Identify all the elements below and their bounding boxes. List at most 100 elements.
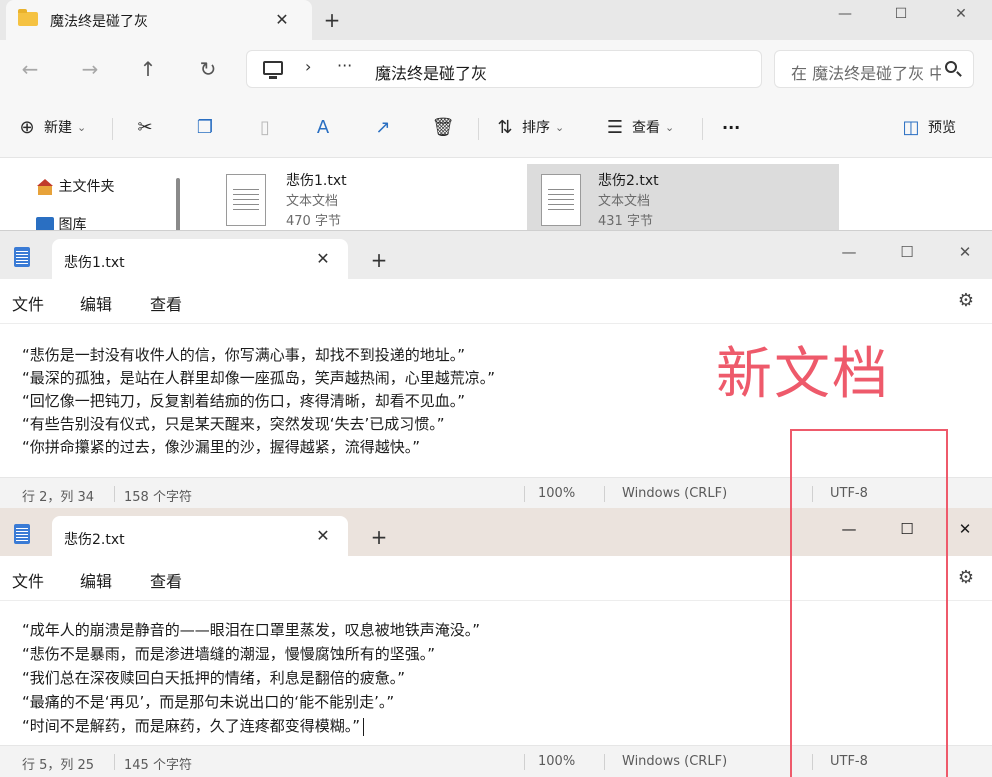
settings-gear-icon[interactable]: ⚙ (956, 291, 976, 311)
new-tab-button[interactable]: + (366, 247, 392, 273)
delete-icon[interactable]: 🗑 (426, 112, 460, 144)
divider (524, 486, 525, 502)
explorer-tab[interactable]: 魔法终是碰了灰 ✕ (6, 0, 312, 40)
paste-icon[interactable]: ▯ (248, 112, 282, 144)
file-size: 470 字节 (286, 214, 341, 229)
cursor-position: 行 5，列 25 (22, 758, 95, 773)
chevron-down-icon: ⌄ (555, 121, 565, 134)
zoom-level[interactable]: 100% (538, 486, 575, 501)
preview-pane-icon: ◫ (902, 117, 920, 138)
copy-icon[interactable]: ❐ (188, 112, 222, 144)
divider (604, 486, 605, 502)
nav-pane-scrollbar[interactable] (176, 178, 180, 234)
divider (478, 118, 479, 140)
file-type: 文本文档 (598, 194, 651, 209)
search-icon[interactable] (945, 61, 957, 73)
close-window-button[interactable]: ✕ (942, 237, 988, 267)
address-bar[interactable]: › ··· 魔法终是碰了灰 (246, 50, 762, 88)
divider (524, 754, 525, 770)
annotation-label: 新文档 (716, 342, 890, 407)
file-type: 文本文档 (286, 194, 339, 209)
rename-icon[interactable]: A (306, 112, 340, 144)
notepad-tab-title: 悲伤1.txt (64, 255, 125, 271)
share-icon[interactable]: ↗ (366, 112, 400, 144)
address-bar-row: ← → ↑ ↻ › ··· 魔法终是碰了灰 在 魔法终是碰了灰 中搜索 (0, 40, 992, 98)
zoom-level[interactable]: 100% (538, 754, 575, 769)
forward-arrow-icon[interactable]: → (72, 53, 108, 85)
close-window-button[interactable]: ✕ (942, 514, 988, 544)
notepad-tab[interactable]: 悲伤2.txt ✕ (52, 516, 348, 556)
text-line: “悲伤不是暴雨，而是渗进墙缝的潮湿，慢慢腐蚀所有的坚强。” (22, 645, 436, 663)
explorer-tab-title: 魔法终是碰了灰 (50, 14, 148, 30)
file-name: 悲伤2.txt (598, 173, 659, 189)
view-button[interactable]: ☰ 查看 ⌄ (604, 112, 674, 144)
notepad-tab-title: 悲伤2.txt (64, 532, 125, 548)
text-line: “有些告别没有仪式，只是某天醒来，突然发现‘失去’已成习惯。” (22, 415, 445, 433)
text-line: “最深的孤独，是站在人群里却像一座孤岛，笑声越热闹，心里越荒凉。” (22, 369, 496, 387)
close-window-button[interactable]: ✕ (938, 0, 984, 30)
up-arrow-icon[interactable]: ↑ (130, 53, 166, 85)
line-ending[interactable]: Windows (CRLF) (622, 754, 727, 769)
breadcrumb-overflow-button[interactable]: ··· (337, 56, 352, 75)
minimize-button[interactable]: — (826, 237, 872, 267)
breadcrumb-current-folder[interactable]: 魔法终是碰了灰 (375, 60, 487, 84)
refresh-icon[interactable]: ↻ (190, 53, 226, 85)
maximize-button[interactable]: ☐ (884, 237, 930, 267)
text-line: “回忆像一把钝刀，反复割着结痂的伤口，疼得清晰，却看不见血。” (22, 392, 466, 410)
nav-item-home[interactable]: 主文件夹 (36, 176, 114, 196)
divider (604, 754, 605, 770)
sort-button[interactable]: ⇅ 排序 ⌄ (494, 112, 564, 144)
close-tab-icon[interactable]: ✕ (268, 7, 296, 33)
character-count: 158 个字符 (124, 490, 192, 505)
menu-view[interactable]: 查看 (150, 291, 182, 315)
plus-circle-icon: ⊕ (19, 117, 35, 138)
this-pc-icon[interactable] (263, 61, 283, 79)
menu-file[interactable]: 文件 (12, 291, 44, 315)
divider (114, 486, 115, 502)
character-count: 145 个字符 (124, 758, 192, 773)
menu-edit[interactable]: 编辑 (80, 568, 112, 592)
settings-gear-icon[interactable]: ⚙ (956, 568, 976, 588)
divider (112, 118, 113, 140)
back-arrow-icon[interactable]: ← (12, 53, 48, 85)
close-tab-icon[interactable]: ✕ (310, 247, 336, 271)
divider (702, 118, 703, 140)
menu-file[interactable]: 文件 (12, 568, 44, 592)
minimize-button[interactable]: — (822, 0, 868, 30)
new-button[interactable]: ⊕ 新建 ⌄ (16, 112, 86, 144)
maximize-button[interactable]: ☐ (878, 0, 924, 30)
breadcrumb-chevron-icon[interactable]: › (305, 57, 311, 76)
search-placeholder: 在 魔法终是碰了灰 中搜索 (791, 64, 941, 83)
notepad-tab[interactable]: 悲伤1.txt ✕ (52, 239, 348, 279)
chevron-down-icon: ⌄ (665, 121, 675, 134)
line-ending[interactable]: Windows (CRLF) (622, 486, 727, 501)
view-icon: ☰ (606, 117, 624, 138)
file-size: 431 字节 (598, 214, 653, 229)
home-icon (36, 179, 54, 195)
text-line: “我们总在深夜赎回白天抵押的情绪，利息是翻倍的疲惫。” (22, 669, 406, 687)
file-explorer-window: 魔法终是碰了灰 ✕ + — ☐ ✕ ← → ↑ ↻ › ··· 魔法终是碰了灰 … (0, 0, 992, 234)
cut-icon[interactable]: ✂ (128, 112, 162, 144)
preview-button[interactable]: ◫ 预览 (900, 112, 956, 144)
close-tab-icon[interactable]: ✕ (310, 524, 336, 548)
text-line: “最痛的不是‘再见’，而是那句未说出口的‘能不能别走’。” (22, 693, 395, 711)
search-box[interactable]: 在 魔法终是碰了灰 中搜索 (774, 50, 974, 88)
notepad-icon (14, 524, 30, 544)
command-bar: ⊕ 新建 ⌄ ✂ ❐ ▯ A ↗ 🗑 ⇅ 排序 ⌄ ☰ 查看 ⌄ ··· ◫ 预览 (0, 98, 992, 158)
more-options-button[interactable]: ··· (722, 112, 740, 144)
menu-view[interactable]: 查看 (150, 568, 182, 592)
new-tab-button[interactable]: + (366, 524, 392, 550)
menu-edit[interactable]: 编辑 (80, 291, 112, 315)
file-item[interactable]: 悲伤1.txt 文本文档 470 字节 (200, 164, 512, 232)
text-line: “成年人的崩溃是静音的——眼泪在口罩里蒸发，叹息被地铁声淹没。” (22, 621, 481, 639)
notepad-tab-bar: 悲伤1.txt ✕ + — ☐ ✕ (0, 231, 992, 279)
sort-icon: ⇅ (497, 117, 513, 138)
explorer-tab-bar: 魔法终是碰了灰 ✕ + — ☐ ✕ (0, 0, 992, 40)
new-tab-button[interactable]: + (318, 7, 346, 33)
cursor-position: 行 2，列 34 (22, 490, 95, 505)
file-item-selected[interactable]: 悲伤2.txt 文本文档 431 字节 (527, 164, 839, 232)
explorer-content: 主文件夹 图库 悲伤1.txt 文本文档 470 字节 悲伤2.txt 文本文档… (0, 158, 992, 234)
file-name: 悲伤1.txt (286, 173, 347, 189)
text-file-icon (541, 174, 581, 226)
folder-icon (18, 9, 38, 26)
